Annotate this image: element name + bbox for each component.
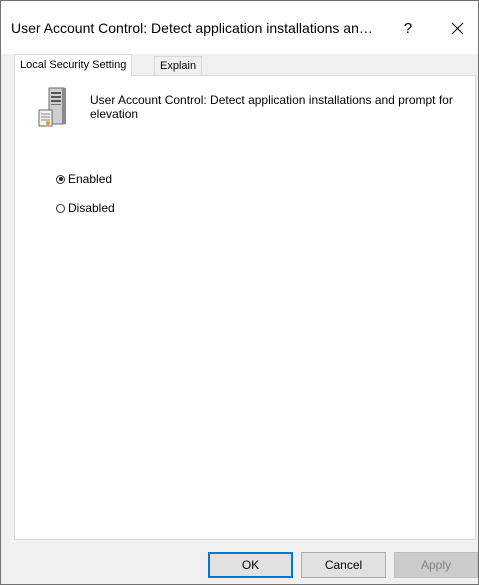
radio-button-unchecked[interactable] — [56, 203, 65, 213]
tab-explain[interactable]: Explain — [154, 56, 203, 75]
radio-label: Enabled — [68, 172, 113, 186]
server-policy-icon — [38, 87, 66, 127]
settings-panel: User Account Control: Detect application… — [14, 75, 476, 540]
radio-label: Disabled — [68, 201, 115, 215]
tab-label: Local Security Setting — [20, 59, 127, 71]
radio-enabled[interactable]: Enabled — [56, 171, 112, 187]
tab-strip: Local Security Setting Explain — [1, 54, 478, 76]
close-icon — [451, 22, 463, 34]
ok-button[interactable]: OK — [208, 552, 293, 578]
cancel-button[interactable]: Cancel — [301, 552, 386, 578]
apply-button[interactable]: Apply — [394, 552, 478, 578]
title-bar[interactable]: User Account Control: Detect application… — [1, 1, 478, 54]
radio-disabled[interactable]: Disabled — [56, 200, 115, 216]
close-button[interactable] — [437, 15, 477, 41]
dialog-window: User Account Control: Detect application… — [0, 0, 479, 585]
tab-local-security-setting[interactable]: Local Security Setting — [14, 54, 133, 76]
help-button[interactable]: ? — [388, 15, 428, 41]
policy-title: User Account Control: Detect application… — [90, 93, 453, 121]
help-icon: ? — [403, 19, 413, 37]
tab-label: Explain — [160, 60, 197, 72]
radio-button-checked[interactable] — [56, 174, 65, 184]
window-title: User Account Control: Detect application… — [11, 20, 373, 36]
